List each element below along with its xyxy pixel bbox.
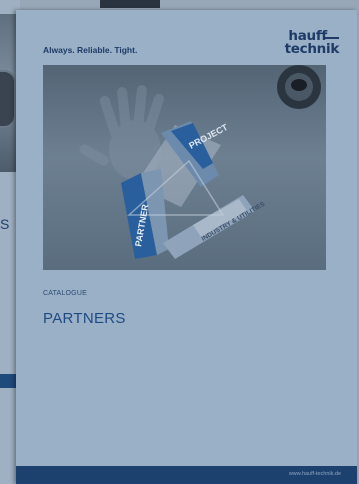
catalogue-title: PARTNERS bbox=[43, 310, 126, 327]
logo-text-technik: technik bbox=[284, 41, 340, 57]
background-cable-gland bbox=[0, 70, 16, 128]
catalogue-cover[interactable]: Always. Reliable. Tight. hauff technik P… bbox=[16, 10, 357, 484]
background-catalogue-title: S bbox=[0, 216, 11, 232]
logo-dash bbox=[325, 37, 339, 39]
background-footer-stripe bbox=[0, 374, 16, 388]
cover-photo-illustration: PROJECT PARTNER INDUSTRY & UTILITIES bbox=[79, 65, 321, 259]
hauff-technik-logo: hauff technik bbox=[269, 28, 340, 64]
website-link[interactable]: www.hauff-technik.de bbox=[289, 471, 341, 477]
footer-bar: www.hauff-technik.de bbox=[16, 466, 357, 484]
cover-photo: PROJECT PARTNER INDUSTRY & UTILITIES bbox=[43, 65, 326, 270]
tagline: Always. Reliable. Tight. bbox=[43, 45, 138, 55]
catalogue-label: CATALOGUE bbox=[43, 290, 87, 297]
background-top-edge bbox=[100, 0, 160, 8]
cable-gland bbox=[277, 65, 321, 109]
